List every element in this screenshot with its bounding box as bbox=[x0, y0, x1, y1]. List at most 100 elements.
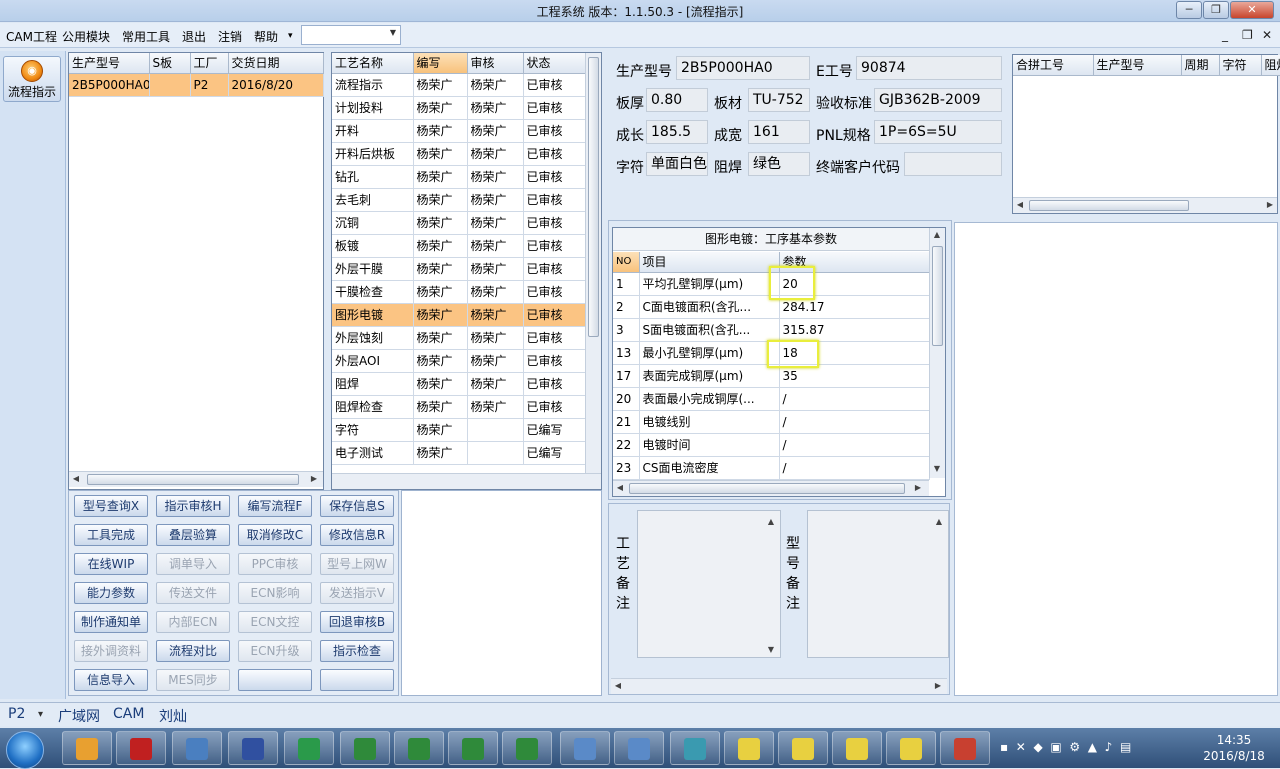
col-header[interactable]: 阻焊 bbox=[1261, 55, 1280, 76]
action-button[interactable]: 指示审核H bbox=[156, 495, 230, 517]
volume-icon[interactable]: ♪ bbox=[1105, 740, 1113, 754]
param-hscrollbar[interactable]: ◀ ▶ bbox=[613, 480, 929, 496]
maximize-button[interactable]: ❐ bbox=[1203, 1, 1229, 19]
col-header[interactable]: 生产型号 bbox=[69, 53, 150, 74]
scroll-right-icon[interactable]: ▶ bbox=[911, 483, 925, 492]
action-button[interactable]: 接外调资料 bbox=[74, 640, 148, 662]
scroll-up-icon[interactable]: ▲ bbox=[930, 230, 944, 239]
scroll-left-icon[interactable]: ◀ bbox=[611, 681, 625, 690]
table-row[interactable]: 流程指示 杨荣广 杨荣广 已审核 bbox=[332, 73, 586, 97]
table-row[interactable]: 外层AOI 杨荣广 杨荣广 已审核 bbox=[332, 349, 586, 373]
table-row[interactable]: 外层干膜 杨荣广 杨荣广 已审核 bbox=[332, 257, 586, 281]
tray-icon[interactable]: ✕ bbox=[1016, 740, 1026, 754]
action-button[interactable]: 回退审核B bbox=[320, 611, 394, 633]
customer-field[interactable] bbox=[904, 152, 1002, 176]
taskbar-app-button[interactable] bbox=[886, 731, 936, 765]
width-field[interactable]: 161 bbox=[748, 120, 810, 144]
action-button[interactable]: 调单导入 bbox=[156, 553, 230, 575]
factory-select[interactable]: P2 bbox=[8, 706, 25, 722]
standard-field[interactable]: GJB362B-2009 bbox=[874, 88, 1002, 112]
col-header[interactable]: 合拼工号 bbox=[1013, 55, 1094, 76]
tray-icon[interactable]: ▲ bbox=[1088, 740, 1097, 754]
taskbar-app-button[interactable] bbox=[724, 731, 774, 765]
merge-hscrollbar[interactable]: ◀ ▶ bbox=[1013, 197, 1277, 213]
col-header[interactable]: 工厂 bbox=[190, 53, 229, 74]
table-row[interactable]: 2B5P000HA0 P2 2016/8/20 bbox=[69, 73, 324, 97]
table-row[interactable]: 沉铜 杨荣广 杨荣广 已审核 bbox=[332, 211, 586, 235]
model-note-textarea[interactable]: ▲ bbox=[807, 510, 949, 658]
col-header[interactable]: 状态 bbox=[523, 53, 586, 74]
clock[interactable]: 14:35 2016/8/18 bbox=[1196, 732, 1272, 764]
table-row[interactable]: 22 电镀时间 / bbox=[613, 433, 930, 457]
col-header[interactable]: 交货日期 bbox=[228, 53, 324, 74]
taskbar-app-button[interactable] bbox=[284, 731, 334, 765]
mdi-close-button[interactable]: ✕ bbox=[1262, 28, 1272, 42]
length-field[interactable]: 185.5 bbox=[646, 120, 708, 144]
pnl-field[interactable]: 1P=6S=5U bbox=[874, 120, 1002, 144]
table-row[interactable]: 21 电镀线别 / bbox=[613, 410, 930, 434]
e-no-field[interactable]: 90874 bbox=[856, 56, 1002, 80]
table-row[interactable]: 3 S面电镀面积(含孔... 315.87 bbox=[613, 318, 930, 342]
scroll-left-icon[interactable]: ◀ bbox=[1013, 200, 1027, 209]
taskbar-app-button[interactable] bbox=[778, 731, 828, 765]
tray-icon[interactable]: ▪ bbox=[1000, 740, 1008, 754]
close-button[interactable]: ✕ bbox=[1230, 1, 1274, 19]
scroll-right-icon[interactable]: ▶ bbox=[931, 681, 945, 690]
taskbar-app-button[interactable] bbox=[940, 731, 990, 765]
action-button[interactable]: ECN影响 bbox=[238, 582, 312, 604]
taskbar-app-button[interactable] bbox=[172, 731, 222, 765]
action-button[interactable]: 发送指示V bbox=[320, 582, 394, 604]
chevron-down-icon[interactable]: ▾ bbox=[38, 709, 43, 720]
scroll-thumb[interactable] bbox=[588, 57, 599, 337]
action-button[interactable]: 信息导入 bbox=[74, 669, 148, 691]
action-button[interactable]: 制作通知单 bbox=[74, 611, 148, 633]
menu-logout[interactable]: 注销 bbox=[218, 28, 242, 45]
table-row[interactable]: 23 CS面电流密度 / bbox=[613, 456, 930, 480]
col-header[interactable]: NO bbox=[613, 252, 640, 273]
menu-common-module[interactable]: 公用模块 bbox=[62, 28, 110, 45]
param-vscrollbar[interactable]: ▲ ▼ bbox=[929, 228, 945, 478]
table-row[interactable]: 去毛刺 杨荣广 杨荣广 已审核 bbox=[332, 188, 586, 212]
scroll-thumb[interactable] bbox=[1029, 200, 1189, 211]
taskbar-app-button[interactable] bbox=[560, 731, 610, 765]
notes-hscrollbar[interactable]: ◀ ▶ bbox=[611, 678, 947, 694]
menu-exit[interactable]: 退出 bbox=[182, 28, 206, 45]
col-header[interactable]: S板 bbox=[149, 53, 191, 74]
table-row[interactable]: 外层蚀刻 杨荣广 杨荣广 已审核 bbox=[332, 326, 586, 350]
taskbar-app-button[interactable] bbox=[614, 731, 664, 765]
action-button[interactable]: 能力参数 bbox=[74, 582, 148, 604]
table-row[interactable]: 开料后烘板 杨荣广 杨荣广 已审核 bbox=[332, 142, 586, 166]
table-row[interactable]: 阻焊检查 杨荣广 杨荣广 已审核 bbox=[332, 395, 586, 419]
table-row[interactable]: 板镀 杨荣广 杨荣广 已审核 bbox=[332, 234, 586, 258]
help-arrow-icon[interactable]: ▾ bbox=[288, 31, 293, 41]
action-button[interactable]: ECN升级 bbox=[238, 640, 312, 662]
taskbar-app-button[interactable] bbox=[228, 731, 278, 765]
scroll-down-icon[interactable]: ▼ bbox=[764, 645, 778, 654]
prod-model-field[interactable]: 2B5P000HA0 bbox=[676, 56, 810, 80]
table-row[interactable]: 干膜检查 杨荣广 杨荣广 已审核 bbox=[332, 280, 586, 304]
taskbar-app-button[interactable] bbox=[670, 731, 720, 765]
action-button[interactable] bbox=[320, 669, 394, 691]
action-button[interactable]: 型号上网W bbox=[320, 553, 394, 575]
table-row[interactable]: 计划投料 杨荣广 杨荣广 已审核 bbox=[332, 96, 586, 120]
action-button[interactable]: 修改信息R bbox=[320, 524, 394, 546]
tray-icon[interactable]: ⚙ bbox=[1069, 740, 1080, 754]
action-button[interactable]: 叠层验算 bbox=[156, 524, 230, 546]
scroll-up-icon[interactable]: ▲ bbox=[932, 517, 946, 526]
table-row[interactable]: 字符 杨荣广 已编写 bbox=[332, 418, 586, 442]
flow-indicator-button[interactable]: ◉ 流程指示 bbox=[3, 56, 61, 102]
action-button[interactable]: 内部ECN bbox=[156, 611, 230, 633]
tray-icon[interactable]: ▣ bbox=[1050, 740, 1061, 754]
start-button[interactable] bbox=[6, 731, 44, 769]
col-header[interactable]: 周期 bbox=[1181, 55, 1220, 76]
col-header[interactable]: 字符 bbox=[1219, 55, 1262, 76]
action-button[interactable]: PPC审核 bbox=[238, 553, 312, 575]
action-button[interactable]: MES同步 bbox=[156, 669, 230, 691]
action-button[interactable]: 指示检查 bbox=[320, 640, 394, 662]
action-button[interactable]: 取消修改C bbox=[238, 524, 312, 546]
taskbar-app-button[interactable] bbox=[62, 731, 112, 765]
scroll-thumb[interactable] bbox=[932, 246, 943, 346]
scroll-left-icon[interactable]: ◀ bbox=[613, 483, 627, 492]
menu-combo[interactable]: ▼ bbox=[301, 25, 401, 45]
network-icon[interactable]: ▤ bbox=[1120, 740, 1131, 754]
